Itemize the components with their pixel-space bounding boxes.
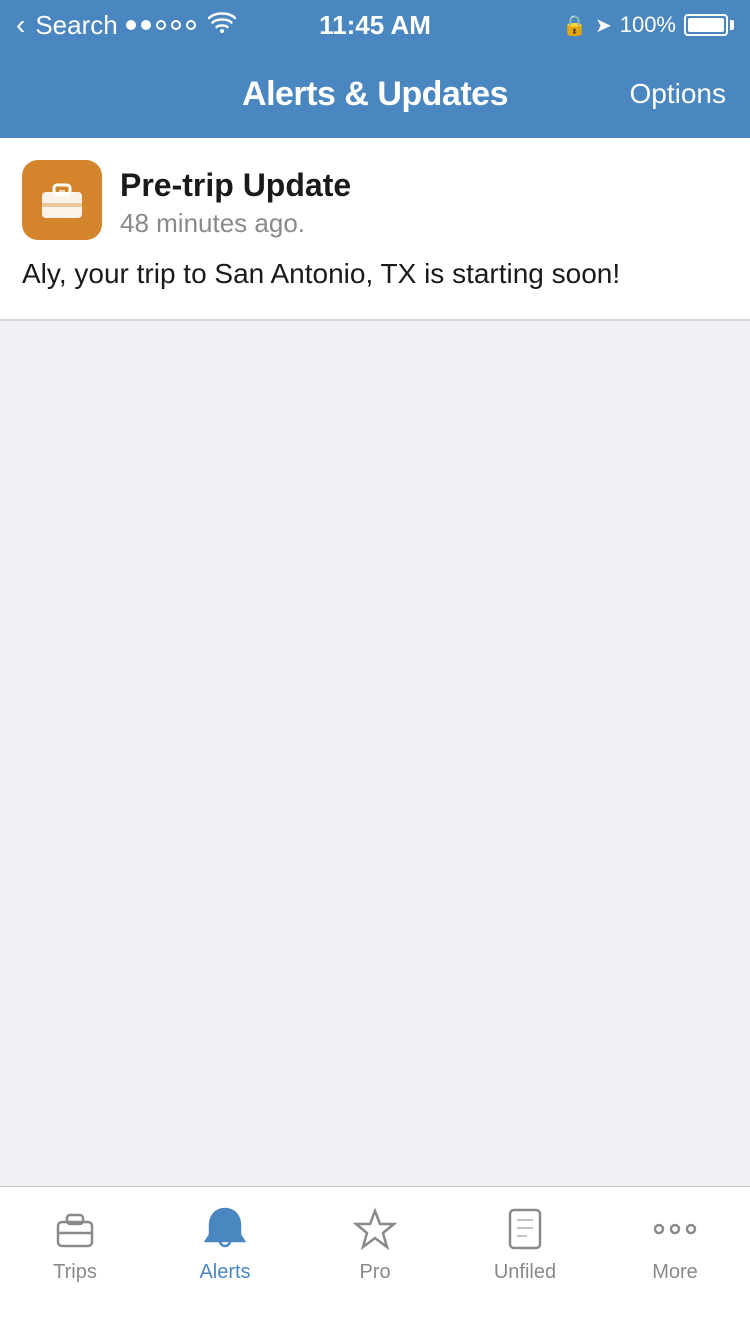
status-left: ‹ Search [16,9,236,41]
nav-bar: Alerts & Updates Options [0,50,750,138]
alerts-icon [199,1203,251,1255]
tab-pro[interactable]: Pro [300,1203,450,1284]
signal-dot-5 [186,20,196,30]
alert-app-icon [22,160,102,240]
trips-icon [49,1203,101,1255]
status-bar: ‹ Search 11:45 AM 🔒 ➤ 100% [0,0,750,50]
tab-more-label: More [652,1261,698,1284]
tab-alerts-label: Alerts [199,1261,250,1284]
lock-icon: 🔒 [562,13,587,38]
tab-more[interactable]: More [600,1203,750,1284]
alert-meta: Pre-trip Update 48 minutes ago. [120,160,351,239]
unfiled-icon [499,1203,551,1255]
options-button[interactable]: Options [630,78,727,110]
location-icon: ➤ [595,13,612,38]
more-icon [649,1203,701,1255]
status-time: 11:45 AM [319,10,431,41]
signal-dot-4 [171,20,181,30]
battery-percent: 100% [620,12,676,38]
tab-unfiled[interactable]: Unfiled [450,1203,600,1284]
signal-dot-2 [141,20,151,30]
tab-bar: Trips Alerts Pro Unfiled [0,1186,750,1334]
signal-dot-1 [126,20,136,30]
tab-pro-label: Pro [359,1261,390,1284]
alert-body: Aly, your trip to San Antonio, TX is sta… [22,254,728,293]
status-right: 🔒 ➤ 100% [562,12,734,38]
tab-trips[interactable]: Trips [0,1203,150,1284]
alert-title: Pre-trip Update [120,166,351,204]
back-label[interactable]: Search [35,10,117,41]
tab-alerts[interactable]: Alerts [150,1203,300,1284]
alert-card[interactable]: Pre-trip Update 48 minutes ago. Aly, you… [0,138,750,319]
alert-time: 48 minutes ago. [120,208,351,239]
tab-unfiled-label: Unfiled [494,1261,556,1284]
wifi-icon [208,11,236,39]
content-area: Pre-trip Update 48 minutes ago. Aly, you… [0,138,750,1186]
battery-icon [684,14,734,36]
back-icon[interactable]: ‹ [16,9,25,41]
separator [0,319,750,321]
tab-trips-label: Trips [53,1261,97,1284]
page-title: Alerts & Updates [242,75,508,114]
alert-header: Pre-trip Update 48 minutes ago. [22,160,728,240]
pro-icon [349,1203,401,1255]
signal-dot-3 [156,20,166,30]
signal-dots [126,20,196,30]
